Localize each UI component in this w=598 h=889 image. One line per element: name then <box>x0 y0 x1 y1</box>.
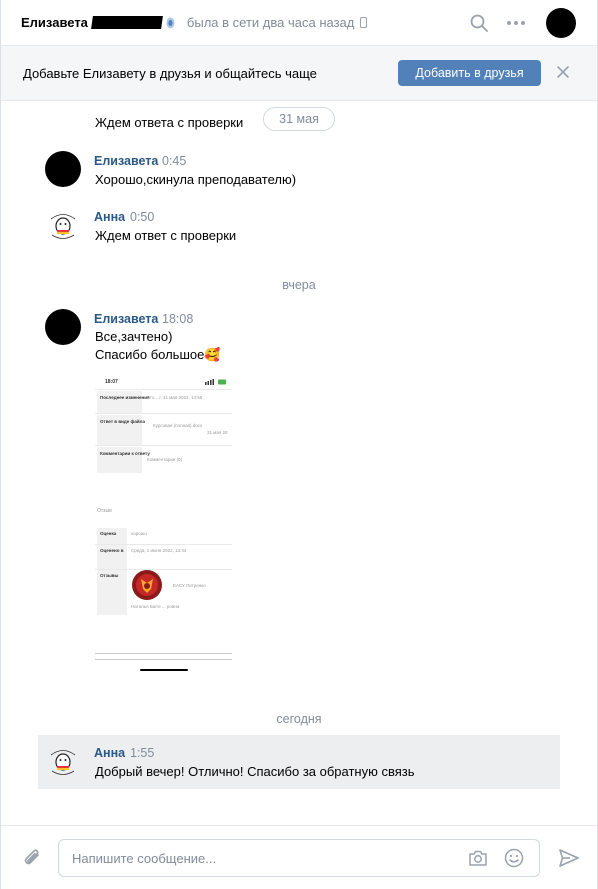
redacted-surname <box>91 16 163 29</box>
signature-name: Наталья Бюте ... ровна <box>131 604 180 609</box>
message-time: 0:50 <box>130 210 155 224</box>
emoji-icon[interactable] <box>504 848 524 868</box>
status-bar-icon <box>205 379 226 385</box>
message-text: Ждем ответ с проверки <box>95 228 237 243</box>
message-input[interactable] <box>72 849 452 867</box>
message-author[interactable]: Елизавета <box>94 312 158 326</box>
message-author[interactable]: Анна <box>94 746 125 760</box>
attachment-value: 31 мая 20 <box>207 430 228 435</box>
message-time: 1:55 <box>130 746 155 760</box>
header-avatar[interactable] <box>546 8 576 38</box>
date-separator: сегодня <box>276 712 322 726</box>
avatar[interactable] <box>45 309 81 345</box>
signature-text: ЕАСУ Петренко <box>173 583 206 588</box>
divider <box>95 445 232 446</box>
attachment-label: Последнее изменение <box>100 395 150 400</box>
message-author[interactable]: Елизавета <box>94 154 158 168</box>
chat-window: Елизавета была в сети два часа назад Доб… <box>0 0 598 889</box>
attachment-value: Комментарии (0) <box>147 457 183 462</box>
message-time: 18:08 <box>162 312 194 326</box>
message-text: Добрый вечер! Отлично! Спасибо за обратн… <box>95 764 415 779</box>
attachment-value: Курсовая (полная).docx <box>153 423 203 428</box>
coat-of-arms-icon <box>132 570 162 600</box>
attachment-label: Отзывы <box>100 573 119 578</box>
home-indicator <box>140 669 188 671</box>
attachment-label: Ответ в виде файла <box>100 419 146 424</box>
chat-header: Елизавета была в сети два часа назад <box>1 0 597 46</box>
attachment-value: Вто... г, 31 мая 2022, 13:58 <box>147 395 203 400</box>
mobile-badge-icon <box>166 17 175 28</box>
sticker-avatar-icon <box>50 750 76 775</box>
banner-text: Добавьте Елизавету в друзья и общайтесь … <box>23 66 317 81</box>
attachment-label: Оценено в <box>100 548 124 553</box>
attachment-label: Комментарии к ответу <box>100 451 150 456</box>
date-separator: вчера <box>282 278 316 292</box>
message-time: 0:45 <box>162 154 187 168</box>
avatar[interactable] <box>45 743 81 779</box>
message-author[interactable]: Анна <box>94 210 125 224</box>
phone-icon <box>360 17 368 28</box>
online-status: была в сети два часа назад <box>186 15 355 30</box>
attachment-section: Отзыв <box>97 508 112 514</box>
message-composer <box>1 825 597 889</box>
add-friend-button[interactable]: Добавить в друзья <box>398 60 541 86</box>
image-attachment[interactable]: 18:07 Последнее изменение Вто... г, 31 м… <box>95 373 232 676</box>
close-icon[interactable] <box>556 65 570 79</box>
avatar[interactable] <box>45 207 81 243</box>
camera-icon[interactable] <box>468 849 488 867</box>
message-input-box[interactable] <box>58 839 540 877</box>
divider <box>95 389 232 390</box>
divider <box>95 653 232 654</box>
highlighted-message[interactable] <box>38 735 560 789</box>
attach-icon[interactable] <box>21 847 43 869</box>
divider <box>95 659 232 660</box>
divider <box>95 413 232 414</box>
avatar[interactable] <box>45 151 81 187</box>
sticker-avatar-icon <box>50 214 76 239</box>
add-friend-banner: Добавьте Елизавету в друзья и общайтесь … <box>1 46 597 101</box>
message-text: Все,зачтено) <box>95 329 173 344</box>
more-options-icon[interactable] <box>506 16 526 30</box>
search-icon[interactable] <box>470 14 488 32</box>
attachment-label: Оценка <box>100 531 117 536</box>
contact-name[interactable]: Елизавета <box>21 15 88 30</box>
message-text: Хорошо,скинула преподавателю) <box>95 172 297 187</box>
attachment-value: хорошо <box>131 531 147 536</box>
message-text: Ждем ответа с проверки <box>95 115 244 130</box>
date-pill: 31 мая <box>263 107 335 131</box>
send-icon[interactable] <box>558 848 580 868</box>
message-text: Спасибо большое🥰 <box>95 347 221 362</box>
attachment-clock: 18:07 <box>105 379 118 385</box>
attachment-value: Среда, 1 июня 2022, 13:44 <box>131 548 187 553</box>
